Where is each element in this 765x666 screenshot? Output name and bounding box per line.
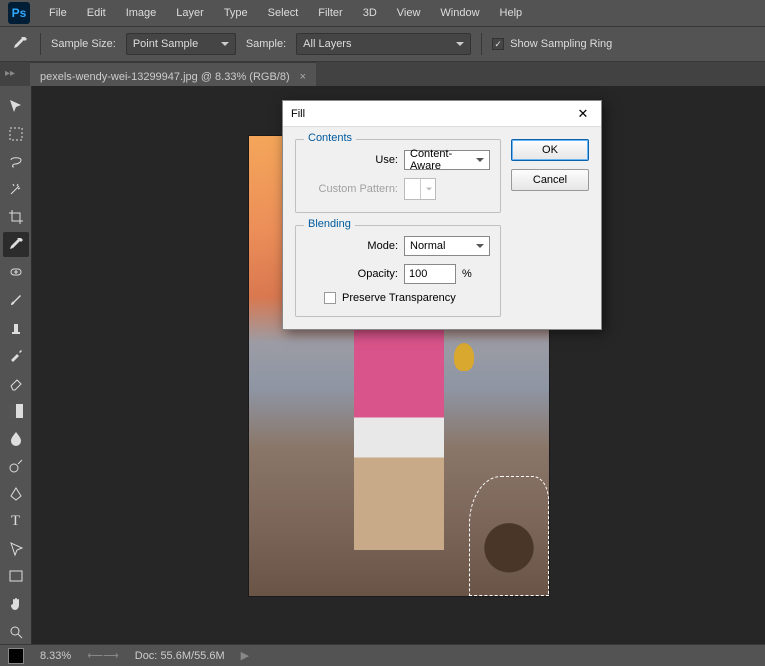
status-bar: 8.33% ⟵⟶ Doc: 55.6M/55.6M ▶ bbox=[0, 644, 765, 666]
menu-3d[interactable]: 3D bbox=[354, 3, 386, 23]
menu-select[interactable]: Select bbox=[259, 3, 308, 23]
blending-legend: Blending bbox=[304, 218, 355, 230]
clone-stamp-tool[interactable] bbox=[3, 315, 29, 340]
eraser-tool[interactable] bbox=[3, 371, 29, 396]
blur-tool[interactable] bbox=[3, 426, 29, 451]
selection-marquee bbox=[469, 476, 549, 596]
show-sampling-ring-checkbox[interactable]: ✓ Show Sampling Ring bbox=[492, 38, 612, 50]
custom-pattern-picker bbox=[404, 178, 436, 200]
rectangle-tool[interactable] bbox=[3, 564, 29, 589]
crop-tool[interactable] bbox=[3, 205, 29, 230]
use-label: Use: bbox=[306, 154, 398, 166]
mode-select[interactable]: Normal bbox=[404, 236, 490, 256]
menu-type[interactable]: Type bbox=[215, 3, 257, 23]
sample-size-select[interactable]: Point Sample bbox=[126, 33, 236, 55]
zoom-level[interactable]: 8.33% bbox=[40, 650, 71, 662]
preserve-transparency-checkbox[interactable] bbox=[324, 292, 336, 304]
opacity-unit: % bbox=[462, 268, 472, 280]
hand-tool[interactable] bbox=[3, 592, 29, 617]
pen-tool[interactable] bbox=[3, 481, 29, 506]
blending-fieldset: Blending Mode: Normal Opacity: 100 % Pre… bbox=[295, 225, 501, 317]
healing-brush-tool[interactable] bbox=[3, 260, 29, 285]
fill-dialog: Fill ✕ Contents Use: Content-Aware Custo… bbox=[282, 100, 602, 330]
separator bbox=[40, 33, 41, 55]
dodge-tool[interactable] bbox=[3, 454, 29, 479]
brush-tool[interactable] bbox=[3, 288, 29, 313]
eyedropper-icon bbox=[10, 34, 30, 54]
use-select[interactable]: Content-Aware bbox=[404, 150, 490, 170]
tab-strip-handle[interactable]: ▸▸ bbox=[5, 68, 15, 79]
menu-layer[interactable]: Layer bbox=[167, 3, 213, 23]
dialog-title: Fill bbox=[291, 108, 305, 120]
close-icon[interactable]: × bbox=[300, 71, 306, 83]
foreground-color-swatch[interactable] bbox=[8, 648, 24, 664]
app-logo: Ps bbox=[8, 2, 30, 24]
menu-file[interactable]: File bbox=[40, 3, 76, 23]
options-bar: Sample Size: Point Sample Sample: All La… bbox=[0, 26, 765, 62]
menu-window[interactable]: Window bbox=[431, 3, 488, 23]
menubar: Ps File Edit Image Layer Type Select Fil… bbox=[0, 0, 765, 26]
preserve-transparency-label: Preserve Transparency bbox=[342, 292, 456, 304]
show-sampling-ring-label: Show Sampling Ring bbox=[510, 38, 612, 50]
eyedropper-tool[interactable] bbox=[3, 232, 29, 257]
path-selection-tool[interactable] bbox=[3, 537, 29, 562]
history-brush-tool[interactable] bbox=[3, 343, 29, 368]
check-icon: ✓ bbox=[492, 38, 504, 50]
separator bbox=[481, 33, 482, 55]
menu-edit[interactable]: Edit bbox=[78, 3, 115, 23]
marquee-tool[interactable] bbox=[3, 122, 29, 147]
menu-image[interactable]: Image bbox=[117, 3, 166, 23]
contents-legend: Contents bbox=[304, 132, 356, 144]
canvas-image-content bbox=[454, 343, 474, 371]
gradient-tool[interactable] bbox=[3, 398, 29, 423]
zoom-tool[interactable] bbox=[3, 619, 29, 644]
sample-size-label: Sample Size: bbox=[51, 38, 116, 50]
lasso-tool[interactable] bbox=[3, 149, 29, 174]
menu-filter[interactable]: Filter bbox=[309, 3, 351, 23]
move-tool[interactable] bbox=[3, 94, 29, 119]
close-button[interactable]: ✕ bbox=[573, 104, 593, 124]
contents-fieldset: Contents Use: Content-Aware Custom Patte… bbox=[295, 139, 501, 213]
document-tab-title: pexels-wendy-wei-13299947.jpg @ 8.33% (R… bbox=[40, 71, 290, 83]
magic-wand-tool[interactable] bbox=[3, 177, 29, 202]
type-tool[interactable]: T bbox=[3, 509, 29, 534]
sample-label: Sample: bbox=[246, 38, 286, 50]
mode-label: Mode: bbox=[306, 240, 398, 252]
menu-view[interactable]: View bbox=[388, 3, 430, 23]
doc-size-label: Doc: 55.6M/55.6M bbox=[135, 650, 225, 662]
menu-help[interactable]: Help bbox=[491, 3, 532, 23]
tools-panel: T bbox=[0, 86, 32, 644]
sample-select[interactable]: All Layers bbox=[296, 33, 471, 55]
cancel-button[interactable]: Cancel bbox=[511, 169, 589, 191]
opacity-input[interactable]: 100 bbox=[404, 264, 456, 284]
opacity-label: Opacity: bbox=[306, 268, 398, 280]
ok-button[interactable]: OK bbox=[511, 139, 589, 161]
custom-pattern-label: Custom Pattern: bbox=[306, 183, 398, 195]
dialog-titlebar[interactable]: Fill ✕ bbox=[283, 101, 601, 127]
